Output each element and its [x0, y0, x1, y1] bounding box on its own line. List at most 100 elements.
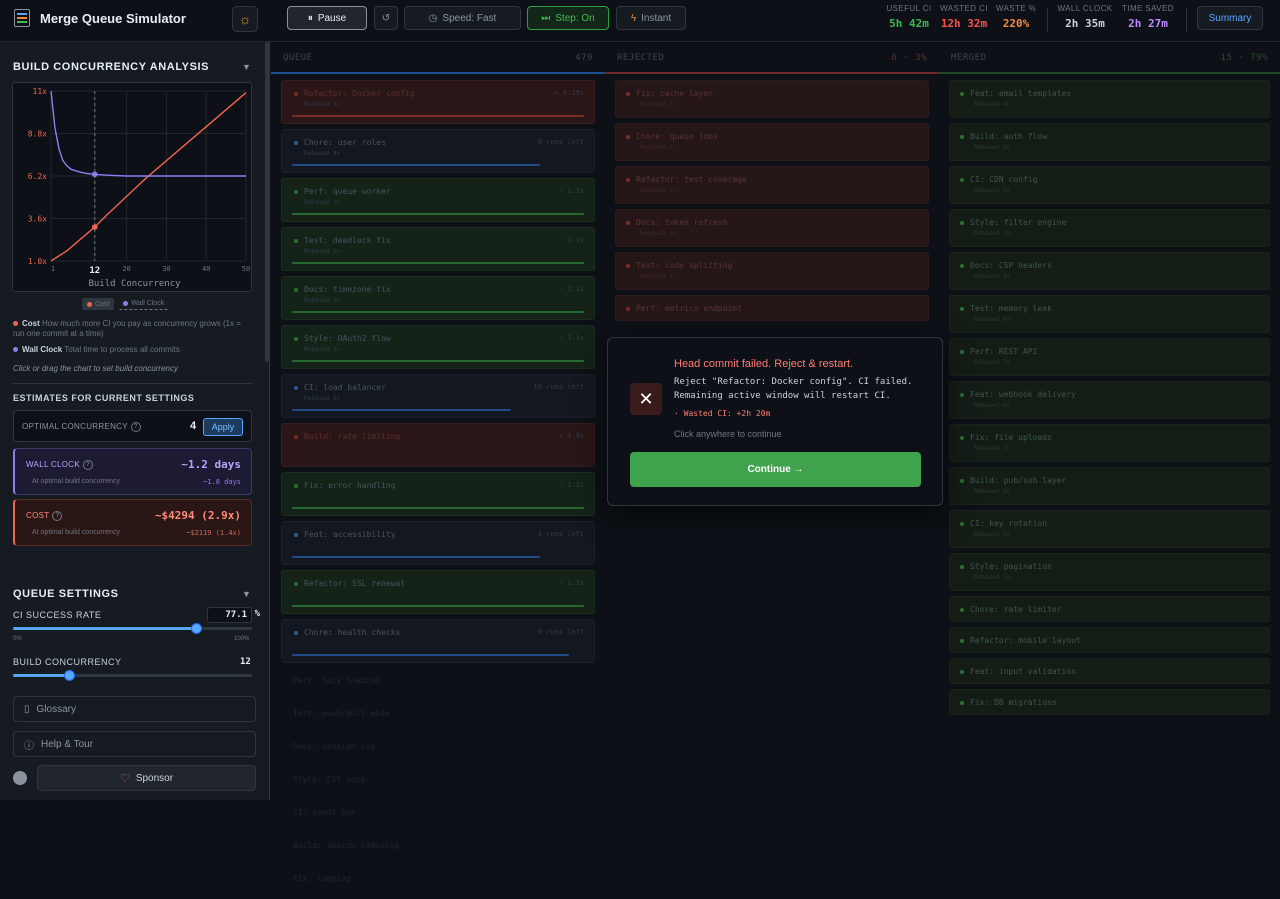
- ci-rate-input[interactable]: 77.1%: [207, 607, 260, 623]
- merged-column-header: MERGED 15 · 79%: [939, 42, 1280, 74]
- sun-icon: ☼: [238, 11, 252, 27]
- wall-card-sub: At optimal build concurrency: [32, 478, 120, 485]
- merged-card-title: Test: memory leak: [970, 304, 1052, 313]
- merged-card[interactable]: Build: auth flow Rebased 3×: [949, 123, 1270, 161]
- queue-card[interactable]: Feat: accessibility 4 runs left: [281, 521, 595, 565]
- theme-toggle-button[interactable]: ☼: [232, 6, 258, 32]
- chevron-down-icon[interactable]: ▼: [242, 589, 251, 599]
- queue-card[interactable]: Test: deadlock fix Rebased 5× ✓ 1:1s: [281, 227, 595, 271]
- merged-card[interactable]: Docs: CSP headers Rebased 4×: [949, 252, 1270, 290]
- merged-card[interactable]: Feat: webhook delivery Rebased 6×: [949, 381, 1270, 419]
- rejected-card[interactable]: Chore: queue jobs Rebased 4×: [615, 123, 929, 161]
- chevron-down-icon[interactable]: ▼: [242, 62, 251, 72]
- merged-card-title: Fix: DB migrations: [970, 698, 1057, 707]
- queue-card[interactable]: Chore: health checks 6 runs left: [281, 619, 595, 663]
- summary-button[interactable]: Summary: [1197, 6, 1263, 30]
- help-icon[interactable]: ?: [130, 422, 141, 432]
- rejected-card[interactable]: Test: code splitting Rebased 2×: [615, 252, 929, 290]
- speed-button[interactable]: ◷ Speed: Fast: [404, 6, 521, 30]
- step-toggle-button[interactable]: ⏭ Step: On: [527, 6, 609, 30]
- concurrency-chart[interactable]: 1.0x 3.6x 6.2x 8.8x 11x 1 12 20 30 40 50 Build Conc…: [12, 82, 252, 292]
- merged-card[interactable]: CI: CDN config Rebased 2×: [949, 166, 1270, 204]
- queue-card[interactable]: Build: rate limiting ✕ 0:9s: [281, 423, 595, 467]
- glossary-button[interactable]: ▯ Glossary: [13, 696, 256, 722]
- merged-card-sub: Rebased 3×: [974, 574, 1011, 581]
- status-dot-icon: [294, 532, 298, 537]
- merged-card[interactable]: Perf: REST API Rebased 3×: [949, 338, 1270, 376]
- merged-card[interactable]: Refactor: mobile layout: [949, 627, 1270, 653]
- rejected-card[interactable]: Perf: metrics endpoint: [615, 295, 929, 321]
- pause-button[interactable]: ⏸ Pause: [287, 6, 367, 30]
- merged-column: MERGED 15 · 79% Feat: email templates Reba…: [939, 42, 1280, 800]
- rejected-card-title: Chore: queue jobs: [636, 132, 718, 141]
- help-icon[interactable]: ?: [82, 460, 93, 470]
- ci-rate-slider[interactable]: [13, 623, 252, 634]
- github-icon[interactable]: [13, 771, 27, 785]
- merged-card-title: Fix: file uploads: [970, 433, 1052, 442]
- merged-card[interactable]: Feat: email templates Rebased 4×: [949, 80, 1270, 118]
- continue-button[interactable]: Continue →: [630, 452, 921, 487]
- stat-label: WALL CLOCK: [1057, 4, 1113, 13]
- queue-card-meta: 6 runs left: [537, 628, 584, 636]
- status-dot-icon: [960, 564, 964, 569]
- rejected-card[interactable]: Refactor: test coverage Rebased 2×: [615, 166, 929, 204]
- status-dot-icon: [960, 263, 964, 268]
- merged-card[interactable]: Style: filter engine Rebased 2×: [949, 209, 1270, 247]
- sidebar-scrollbar[interactable]: [265, 42, 269, 362]
- queue-card[interactable]: CI: load balancer Rebased 5× 10 runs left: [281, 374, 595, 418]
- merged-card[interactable]: Fix: DB migrations: [949, 689, 1270, 715]
- merged-card-title: CI: key rotation: [970, 519, 1048, 528]
- status-dot-icon: [960, 306, 964, 311]
- queue-card[interactable]: Perf: queue worker Rebased 2× ✓ 1:1s: [281, 178, 595, 222]
- queue-card[interactable]: Refactor: SSL renewal ✓ 1:1s: [281, 570, 595, 614]
- build-concurrency-slider[interactable]: [13, 670, 252, 681]
- help-icon[interactable]: ?: [52, 511, 63, 521]
- merged-card[interactable]: Fix: file uploads Rebased 3×: [949, 424, 1270, 462]
- chart-svg[interactable]: 1.0x 3.6x 6.2x 8.8x 11x 1 12 20 30 40 50 Build Conc…: [13, 83, 253, 293]
- queue-card[interactable]: Refactor: Docker config Rebased 3× ✕ 0:19s: [281, 80, 595, 124]
- failure-modal[interactable]: ✕ Head commit failed. Reject & restart. …: [607, 337, 943, 506]
- wall-clock-estimate-card: WALL CLOCK? ~1.2 days At optimal build c…: [13, 448, 252, 495]
- cost-dot-icon: [87, 301, 92, 307]
- queue-card-meta: ✕ 0:19s: [554, 89, 584, 97]
- reset-icon: ↺: [381, 12, 391, 24]
- ci-rate-fill: [13, 627, 198, 630]
- cost-desc-label: Cost: [22, 319, 40, 328]
- queue-card-progress: [292, 311, 584, 313]
- apply-button[interactable]: Apply: [203, 418, 243, 436]
- merged-card[interactable]: Test: memory leak Rebased 6×: [949, 295, 1270, 333]
- queue-card[interactable]: Style: OAuth2 flow Rebased 3× ✓ 1:1s: [281, 325, 595, 369]
- legend-cost[interactable]: Cost: [82, 298, 115, 310]
- merged-card-title: Docs: CSP headers: [970, 261, 1052, 270]
- queue-card[interactable]: Chore: user roles Rebased 4× 8 runs left: [281, 129, 595, 173]
- status-dot-icon: [960, 349, 964, 354]
- merged-card[interactable]: Style: pagination Rebased 3×: [949, 553, 1270, 591]
- status-dot-icon: [294, 140, 298, 145]
- merged-column-bar: [939, 72, 1280, 74]
- queue-pending-item: Fix: logging: [293, 874, 351, 883]
- reset-button[interactable]: ↺: [374, 6, 398, 30]
- sponsor-button[interactable]: ♡ Sponsor: [37, 765, 256, 791]
- merged-card-sub: Rebased 3×: [974, 144, 1011, 151]
- merged-card[interactable]: CI: key rotation Rebased 3×: [949, 510, 1270, 548]
- wall-clock-marker-point: [91, 171, 98, 178]
- queue-card-progress: [292, 115, 584, 117]
- merged-card[interactable]: Build: pub/sub layer Rebased 3×: [949, 467, 1270, 505]
- merged-card-title: Feat: webhook delivery: [970, 390, 1076, 399]
- legend-wall-clock[interactable]: Wall Clock: [118, 298, 170, 310]
- clock-icon: ◷: [428, 12, 438, 24]
- merged-card[interactable]: Chore: rate limiter: [949, 596, 1270, 622]
- instant-button[interactable]: ϟ Instant: [616, 6, 686, 30]
- ci-rate-thumb[interactable]: [191, 623, 203, 634]
- queue-card-progress: [292, 507, 584, 509]
- cost-desc-text: How much more CI you pay as concurrency …: [13, 319, 241, 338]
- merged-card-sub: Rebased 3×: [974, 445, 1011, 452]
- rejected-card[interactable]: Fix: cache layer Rebased 2×: [615, 80, 929, 118]
- help-tour-button[interactable]: ⓘ Help & Tour: [13, 731, 256, 757]
- build-concurrency-thumb[interactable]: [64, 670, 76, 681]
- divider: [1186, 8, 1187, 32]
- rejected-card[interactable]: Docs: token refresh Rebased 3×: [615, 209, 929, 247]
- merged-card[interactable]: Feat: input validation: [949, 658, 1270, 684]
- queue-card[interactable]: Fix: error handling ✓ 1:1s: [281, 472, 595, 516]
- queue-card[interactable]: Docs: timezone fix Rebased 3× ✓ 1:1s: [281, 276, 595, 320]
